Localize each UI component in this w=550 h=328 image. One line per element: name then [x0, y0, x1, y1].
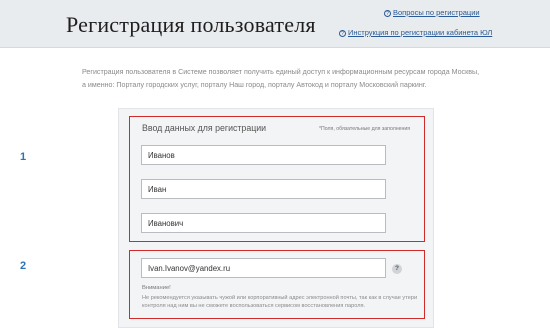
email-help-icon[interactable]: ? [392, 264, 402, 274]
last-name-field[interactable] [141, 145, 386, 165]
registration-instructions-label[interactable]: Инструкция по регистрации кабинета ЮЛ [348, 28, 492, 37]
warning-text: Не рекомендуется указывать чужой или кор… [142, 295, 418, 309]
page-header: Регистрация пользователя ? Вопросы по рег… [0, 0, 550, 48]
step-number-1: 1 [20, 151, 27, 163]
page-title: Регистрация пользователя [66, 12, 316, 37]
intro-text: Регистрация пользователя в Системе позво… [82, 68, 480, 89]
email-field[interactable] [141, 258, 386, 278]
question-circle-icon: ? [384, 10, 391, 17]
middle-name-field[interactable] [141, 213, 386, 233]
registration-instructions-link[interactable]: ? Инструкция по регистрации кабинета ЮЛ [339, 28, 492, 37]
registration-questions-label[interactable]: Вопросы по регистрации [393, 8, 480, 17]
step-number-2: 2 [20, 260, 27, 272]
required-fields-note: *Поля, обязательные для заполнения [319, 126, 411, 132]
registration-questions-link[interactable]: ? Вопросы по регистрации [384, 8, 480, 17]
form-section-title: Ввод данных для регистрации [142, 123, 267, 133]
warning-title: Внимание! [142, 285, 171, 291]
first-name-field[interactable] [141, 179, 386, 199]
question-circle-icon: ? [339, 30, 346, 37]
